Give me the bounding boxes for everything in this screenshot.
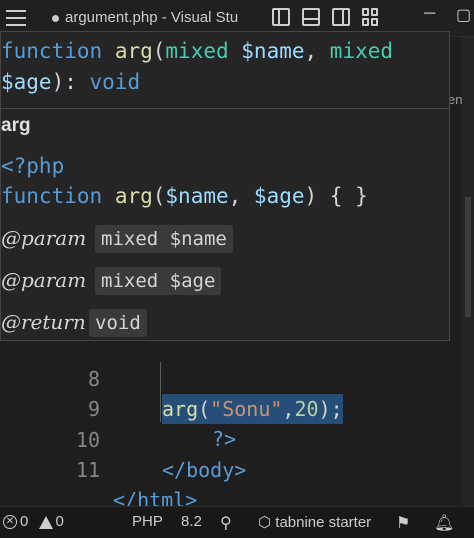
param-tag: @param [1, 226, 87, 250]
signature: function arg(mixed $name, mixed $age): v… [1, 39, 394, 94]
line-number: 8 [88, 367, 101, 391]
toggle-primary-sidebar-icon[interactable] [272, 8, 290, 26]
code-text[interactable]: </body> [162, 455, 246, 485]
editor-scrollbar[interactable] [462, 37, 474, 506]
toggle-secondary-sidebar-icon[interactable] [332, 8, 350, 26]
code-line[interactable]: 9 ?> [0, 364, 236, 451]
hover-divider [1, 108, 449, 109]
line-number: 11 [76, 458, 101, 482]
param-tag: @param [1, 268, 87, 292]
error-icon: ✕ [3, 515, 17, 530]
php-version[interactable]: 8.2 [181, 513, 202, 530]
maximize-button[interactable]: ▢ [456, 5, 471, 25]
status-bar: ✕ 0 0 PHP 8.2 ⚲ ⬡ tabnine starter ⚑ 🔔︎ [0, 506, 474, 538]
line-number: 10 [76, 428, 101, 452]
indent-guide [160, 362, 161, 422]
unsaved-dot-icon [52, 14, 59, 22]
tabnine-icon: ⬡ [258, 514, 272, 531]
hover-popup[interactable]: function arg(mixed $name, mixed $age): v… [0, 31, 450, 341]
doc-function-line: function arg($name, $age) { } [1, 184, 368, 208]
tools-icon[interactable]: ⚲ [220, 513, 232, 533]
minimize-button[interactable]: ─ [424, 5, 435, 23]
toggle-panel-icon[interactable] [302, 8, 320, 26]
line-number: 9 [88, 397, 101, 421]
layout-controls [272, 8, 380, 26]
param-chip: mixed $age [95, 267, 222, 295]
problems-indicator[interactable]: ✕ 0 0 [3, 513, 64, 530]
return-tag: @return [1, 310, 86, 334]
code-text-selected[interactable]: arg("Sonu",20); [162, 394, 343, 424]
code-line[interactable]: 11 </html> [0, 425, 197, 512]
param-chip: mixed $name [95, 225, 233, 253]
function-name: arg [1, 115, 31, 136]
window-title: argument.php - Visual Stu [52, 9, 238, 26]
doc-php-open: <?php [1, 154, 65, 178]
code-line[interactable]: 10 </body> [0, 395, 246, 482]
notifications-bell-icon[interactable]: 🔔︎ [434, 513, 454, 533]
code-text[interactable]: ?> [212, 424, 236, 454]
feedback-icon[interactable]: ⚑ [396, 513, 410, 533]
warning-icon [38, 515, 53, 529]
scrollbar-thumb[interactable] [465, 197, 471, 317]
customize-layout-icon[interactable] [362, 8, 380, 26]
menu-icon[interactable] [6, 10, 26, 26]
tabnine-status[interactable]: ⬡ tabnine starter [258, 513, 371, 531]
return-chip: void [89, 309, 147, 337]
language-mode[interactable]: PHP [132, 513, 163, 530]
